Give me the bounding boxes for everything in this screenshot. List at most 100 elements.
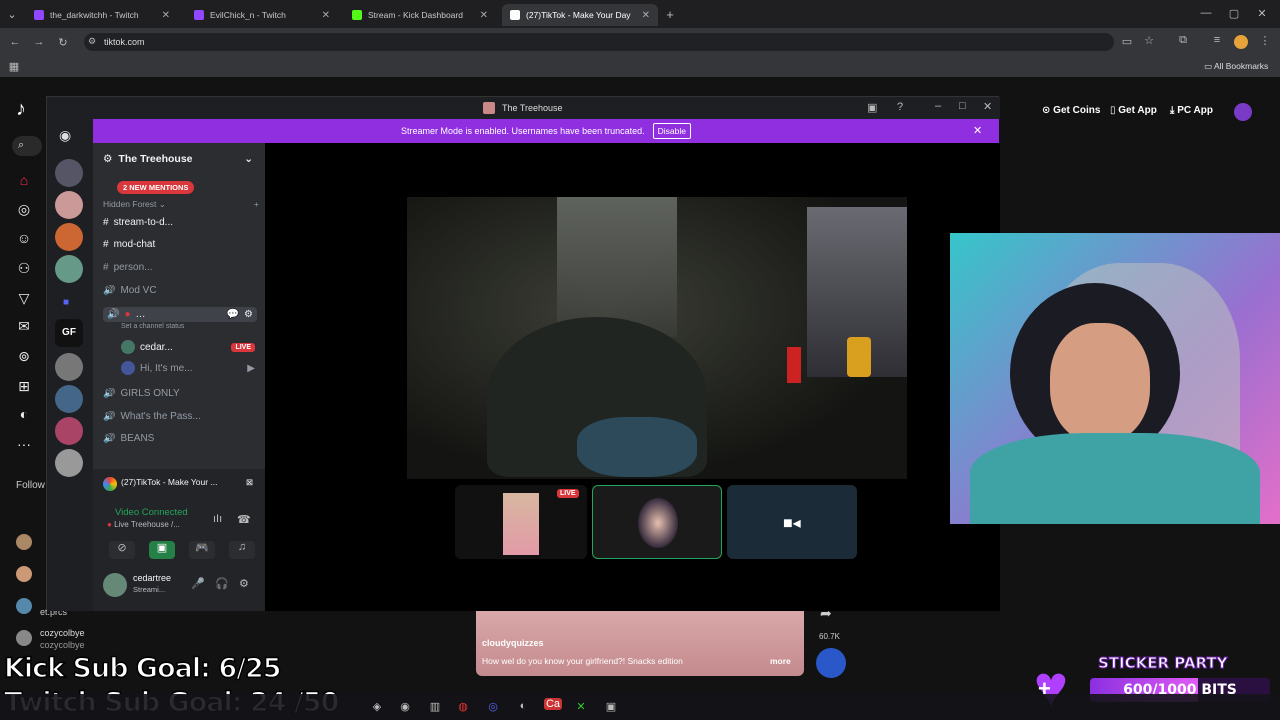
disable-button[interactable]: Disable bbox=[652, 123, 691, 139]
main-stream-video[interactable] bbox=[407, 197, 907, 479]
server-icon[interactable]: GF bbox=[55, 319, 83, 347]
profile-icon[interactable]: ◐ bbox=[14, 406, 34, 426]
server-icon[interactable] bbox=[55, 223, 83, 251]
maximize-icon[interactable]: □ bbox=[959, 100, 966, 112]
minimize-icon[interactable]: — bbox=[1196, 7, 1216, 19]
close-icon[interactable]: ✕ bbox=[162, 10, 170, 21]
more-icon[interactable]: ··· bbox=[14, 436, 34, 456]
server-icon[interactable] bbox=[55, 449, 83, 477]
server-header[interactable]: ⚙ The Treehouse ⌄ bbox=[103, 153, 253, 165]
obs-icon[interactable]: ◍ bbox=[456, 700, 470, 713]
messages-icon[interactable]: ✉ bbox=[14, 318, 34, 338]
follow-avatar[interactable] bbox=[16, 598, 32, 614]
extensions-icon[interactable]: ⧉ bbox=[1176, 34, 1190, 47]
pc-app-button[interactable]: ⤓ PC App bbox=[1170, 105, 1213, 116]
stop-stream-icon[interactable]: ⊠ bbox=[246, 477, 253, 491]
settings-icon[interactable]: ⚙ bbox=[244, 309, 253, 320]
app-icon[interactable]: ◐ bbox=[516, 700, 530, 712]
add-channel-icon[interactable]: + bbox=[254, 199, 259, 209]
app-icon[interactable]: ▣ bbox=[604, 700, 618, 713]
friends-icon[interactable]: ⚇ bbox=[14, 260, 34, 280]
follow-username[interactable]: cozycolbye bbox=[40, 628, 85, 638]
server-icon[interactable] bbox=[55, 353, 83, 381]
active-voice-channel[interactable]: 🔊 ● … 💬 ⚙ bbox=[103, 307, 257, 322]
discord-taskbar-icon[interactable]: ◎ bbox=[486, 700, 500, 713]
user-settings-icon[interactable]: ⚙ bbox=[239, 577, 249, 590]
music-disc-icon[interactable] bbox=[816, 648, 846, 678]
upload-icon[interactable]: ⊞ bbox=[14, 378, 34, 398]
channel-girls-only[interactable]: 🔊 GIRLS ONLY bbox=[103, 388, 263, 399]
channel-pass[interactable]: 🔊 What's the Pass... bbox=[103, 411, 263, 422]
stream-tile-camera[interactable]: ■◂ bbox=[727, 485, 857, 559]
inbox-icon[interactable]: ▣ bbox=[867, 101, 877, 114]
close-icon[interactable]: ✕ bbox=[642, 10, 650, 21]
close-banner-icon[interactable]: ✕ bbox=[973, 124, 982, 137]
back-icon[interactable]: ← bbox=[8, 36, 22, 48]
disconnect-icon[interactable]: ☎ bbox=[237, 513, 251, 526]
discord-home-icon[interactable]: ◉ bbox=[59, 127, 71, 144]
xbox-icon[interactable]: ✕ bbox=[574, 700, 588, 713]
category-hidden-forest[interactable]: Hidden Forest ⌄ + bbox=[103, 199, 259, 210]
tab-search-icon[interactable]: ⌄ bbox=[6, 8, 18, 21]
activity-icon[interactable]: ▽ bbox=[14, 290, 34, 310]
home-icon[interactable]: ⌂ bbox=[14, 172, 34, 192]
voice-member[interactable]: Hi, It's me... ▶ bbox=[121, 361, 255, 375]
stream-tile-user[interactable] bbox=[592, 485, 722, 559]
soundboard-icon[interactable]: ♫ bbox=[229, 541, 255, 559]
voice-member[interactable]: cedar... LIVE bbox=[121, 340, 255, 354]
steam-icon[interactable]: ◈ bbox=[370, 700, 384, 713]
user-avatar[interactable] bbox=[103, 573, 127, 597]
new-mentions-badge[interactable]: 2 NEW MENTIONS bbox=[117, 181, 195, 194]
live-icon[interactable]: ⊚ bbox=[14, 348, 34, 368]
menu-icon[interactable]: ⋮ bbox=[1258, 34, 1272, 47]
maximize-icon[interactable]: ▢ bbox=[1224, 7, 1244, 20]
stream-preview[interactable]: (27)TikTok - Make Your ... ⊠ bbox=[103, 477, 253, 491]
apps-grid-icon[interactable]: ▦ bbox=[8, 60, 20, 73]
user-name[interactable]: cedartree bbox=[133, 573, 171, 583]
server-icon[interactable] bbox=[55, 159, 83, 187]
close-icon[interactable]: ✕ bbox=[983, 100, 992, 113]
camera-off-icon[interactable]: ⊘ bbox=[109, 541, 135, 559]
tab-twitch-1[interactable]: the_darkwitchh - Twitch ✕ bbox=[26, 4, 178, 26]
screenshare-icon[interactable]: ▣ bbox=[149, 541, 175, 559]
help-icon[interactable]: ? bbox=[897, 101, 903, 113]
tiktok-logo-icon[interactable]: ♪ bbox=[16, 98, 26, 121]
tiktok-avatar[interactable] bbox=[1234, 103, 1252, 121]
minimize-icon[interactable]: – bbox=[935, 100, 941, 112]
new-tab-icon[interactable]: + bbox=[664, 7, 676, 22]
explore-icon[interactable]: ◎ bbox=[14, 201, 34, 221]
channel-mod-chat[interactable]: # mod-chat bbox=[103, 239, 263, 250]
headset-icon[interactable]: 🎧 bbox=[215, 577, 229, 590]
app-icon[interactable]: ▥ bbox=[428, 700, 442, 713]
server-icon[interactable] bbox=[55, 255, 83, 283]
activity-icon[interactable]: 🎮 bbox=[189, 541, 215, 559]
follow-avatar[interactable] bbox=[16, 630, 32, 646]
reload-icon[interactable]: ↻ bbox=[56, 36, 70, 49]
server-icon[interactable] bbox=[55, 385, 83, 413]
profile-avatar[interactable] bbox=[1234, 35, 1248, 49]
address-input[interactable]: ⚙ tiktok.com bbox=[84, 33, 1114, 51]
noise-icon[interactable]: ıIı bbox=[213, 513, 222, 525]
tab-kick[interactable]: Stream - Kick Dashboard ✕ bbox=[344, 4, 496, 26]
stream-tile-tiktok[interactable]: LIVE bbox=[455, 485, 587, 559]
reading-list-icon[interactable]: ≡ bbox=[1210, 34, 1224, 46]
caption-more-link[interactable]: more bbox=[770, 656, 791, 666]
cast-icon[interactable]: ▭ bbox=[1120, 35, 1134, 48]
close-icon[interactable]: ✕ bbox=[322, 10, 330, 21]
server-icon[interactable] bbox=[55, 417, 83, 445]
channel-status[interactable]: Set a channel status bbox=[121, 323, 184, 330]
all-bookmarks[interactable]: ▭ All Bookmarks bbox=[1204, 61, 1268, 72]
app-icon[interactable]: ◉ bbox=[398, 700, 412, 713]
bookmark-star-icon[interactable]: ☆ bbox=[1142, 34, 1156, 47]
close-icon[interactable]: ✕ bbox=[480, 10, 488, 21]
get-app-button[interactable]: ▯ Get App bbox=[1110, 105, 1157, 116]
tiktok-video[interactable]: cloudyquizzes How wel do you know your g… bbox=[476, 610, 804, 676]
app-icon[interactable]: Ca bbox=[544, 698, 562, 710]
channel-stream[interactable]: # stream-to-d... bbox=[103, 217, 263, 228]
forward-icon[interactable]: → bbox=[32, 36, 46, 48]
site-info-icon[interactable]: ⚙ bbox=[88, 36, 96, 47]
tab-twitch-2[interactable]: EvilChick_n - Twitch ✕ bbox=[186, 4, 338, 26]
get-coins-button[interactable]: ⊙ Get Coins bbox=[1042, 105, 1100, 116]
following-icon[interactable]: ☺ bbox=[14, 230, 34, 250]
voice-connected-status[interactable]: Video Connected bbox=[115, 507, 188, 518]
